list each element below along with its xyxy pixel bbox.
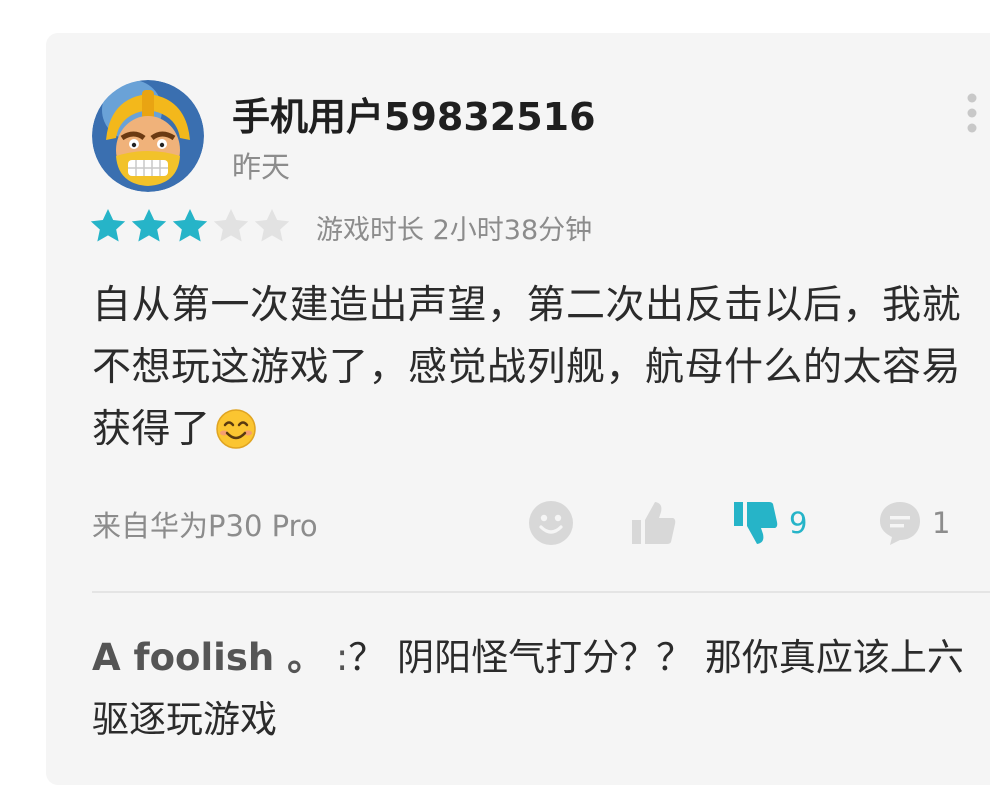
reply-item[interactable]: A foolish 。 :？ 阴阳怪气打分？？ 那你真应该上六驱逐玩游戏 bbox=[92, 627, 982, 751]
like-button[interactable] bbox=[631, 500, 677, 546]
reply-author[interactable]: A foolish 。 bbox=[92, 636, 324, 679]
dislike-button[interactable]: 9 bbox=[733, 500, 807, 546]
review-date: 昨天 bbox=[232, 150, 291, 184]
reaction-button[interactable] bbox=[528, 500, 574, 546]
reply-separator: : bbox=[335, 636, 349, 679]
username[interactable]: 手机用户59832516 bbox=[232, 86, 596, 141]
star-icon bbox=[213, 209, 249, 242]
divider bbox=[92, 591, 990, 593]
star-rating bbox=[88, 206, 292, 246]
dislike-count: 9 bbox=[789, 506, 808, 540]
star-icon bbox=[172, 209, 208, 242]
comment-bubble-icon bbox=[880, 502, 920, 545]
thumbs-up-icon bbox=[632, 502, 676, 544]
star-icon bbox=[90, 209, 126, 242]
user-avatar[interactable] bbox=[92, 80, 204, 192]
smiley-icon bbox=[529, 501, 573, 545]
more-vertical-icon bbox=[967, 93, 977, 133]
playtime: 游戏时长 2小时38分钟 bbox=[316, 215, 593, 246]
smiling-face-emoji-icon bbox=[215, 407, 257, 469]
device-info: 来自华为P30 Pro bbox=[92, 509, 318, 543]
review-text: 自从第一次建造出声望，第二次出反击以后，我就不想玩这游戏了，感觉战列舰，航母什么… bbox=[92, 275, 980, 469]
barbarian-avatar-image bbox=[92, 80, 204, 192]
comment-count: 1 bbox=[932, 506, 951, 540]
star-icon bbox=[131, 209, 167, 242]
thumbs-down-icon bbox=[734, 502, 778, 544]
more-options-button[interactable] bbox=[957, 92, 987, 136]
star-icon bbox=[254, 209, 290, 242]
comment-button[interactable]: 1 bbox=[878, 500, 950, 546]
